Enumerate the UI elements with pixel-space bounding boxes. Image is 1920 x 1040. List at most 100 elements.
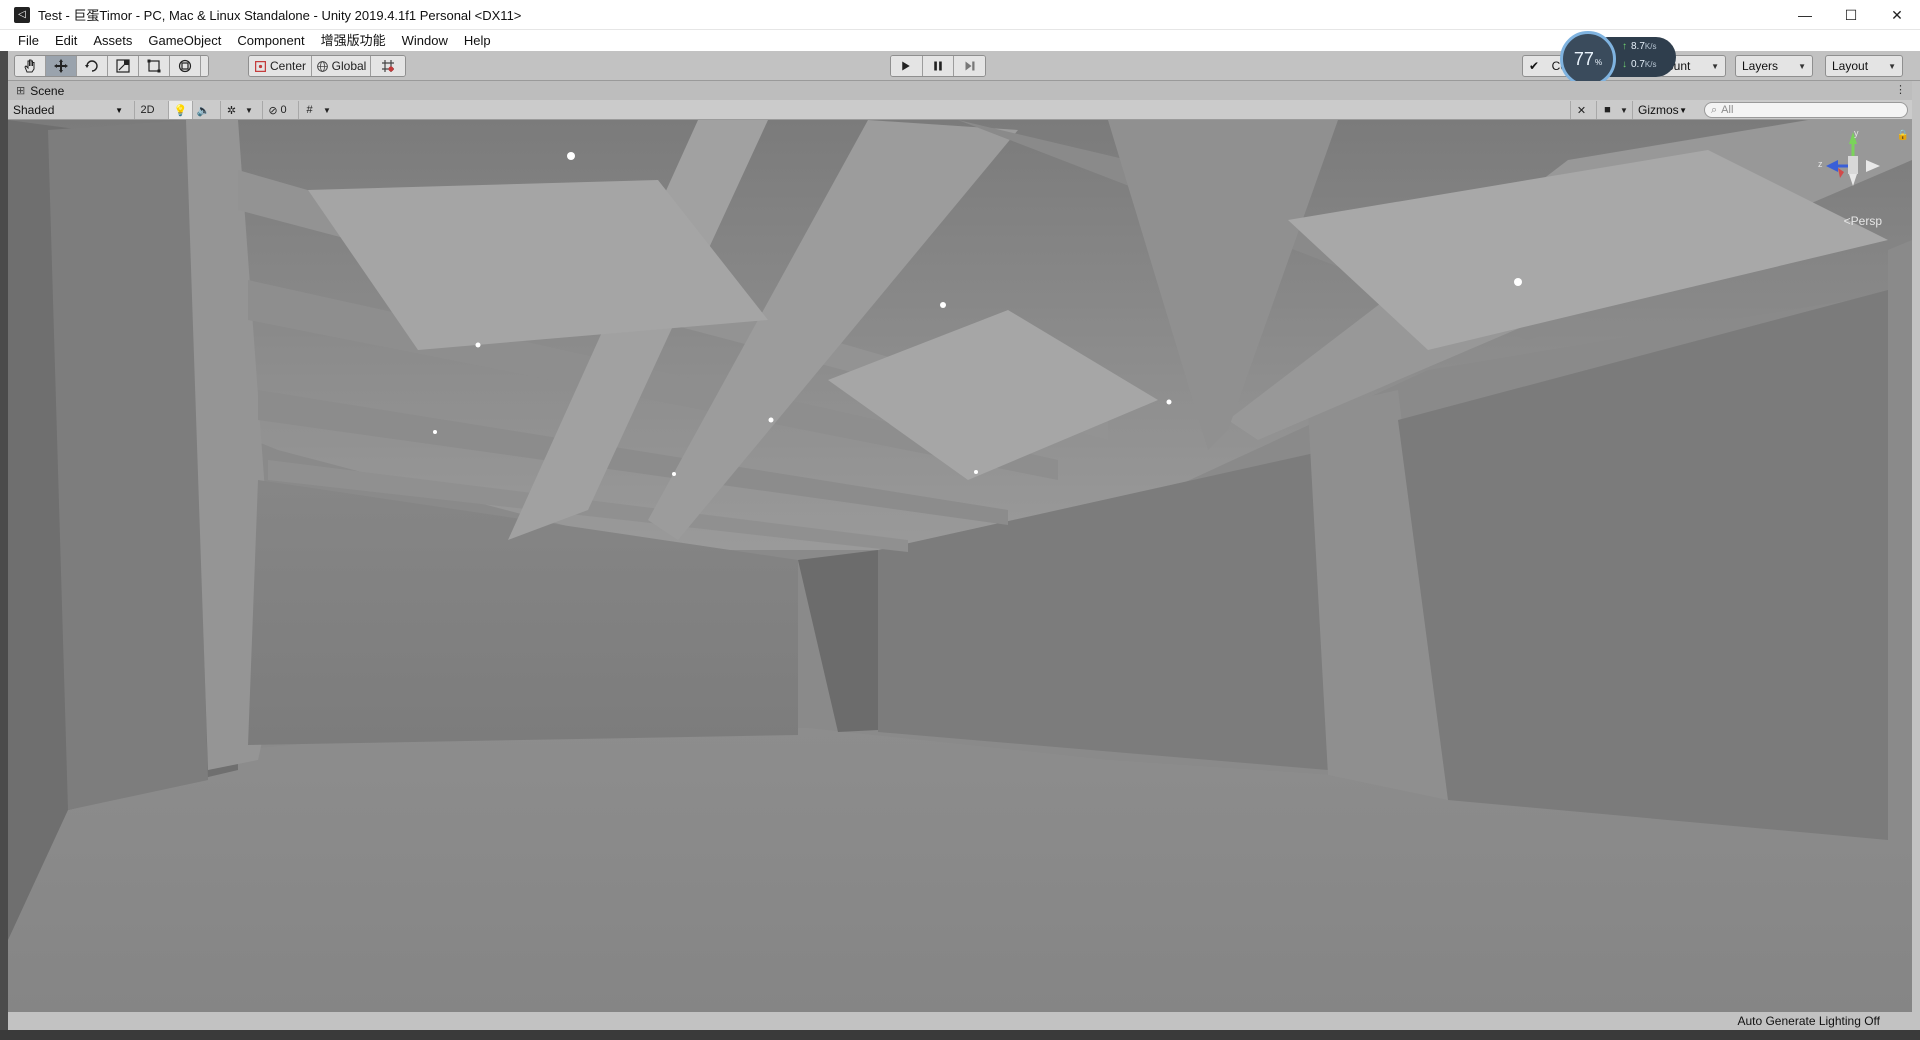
close-button[interactable]: ✕ [1874, 0, 1920, 30]
grid-arrow-icon: ▼ [323, 105, 331, 115]
minimize-button[interactable]: — [1782, 0, 1828, 30]
camera-icon: ■ [1604, 104, 1611, 116]
effects-icon: ✲ [226, 104, 237, 117]
menu-enhanced[interactable]: 增强版功能 [313, 30, 394, 51]
tab-options-icon[interactable]: ⋮ [1895, 83, 1906, 96]
title-bar: ◁ Test - 巨蛋Timor - PC, Mac & Linux Stand… [0, 0, 1920, 30]
collab-check-icon: ✔ [1529, 59, 1540, 73]
lighting-status[interactable]: Auto Generate Lighting Off [1737, 1014, 1880, 1028]
taskbar-strip [0, 1030, 1920, 1040]
download-value: 0.7 [1631, 59, 1645, 70]
upload-arrow-icon: ↑ [1622, 41, 1627, 52]
scene-search-input[interactable]: ⌕ All [1704, 102, 1908, 118]
gizmos-label: Gizmos [1638, 103, 1679, 117]
search-placeholder: All [1721, 104, 1734, 116]
tools-icon: ✕ [1576, 104, 1587, 117]
camera-dropdown-arrow[interactable]: ▼ [1618, 101, 1630, 119]
rotate-icon [85, 60, 98, 72]
rotate-tool-button[interactable] [77, 56, 108, 76]
camera-settings-button[interactable]: ■ [1596, 101, 1618, 119]
menu-assets[interactable]: Assets [85, 30, 140, 51]
toggle-2d-button[interactable]: 2D [134, 101, 160, 119]
download-unit: K/s [1644, 60, 1657, 69]
upload-value: 8.7 [1631, 41, 1645, 52]
scene-tools-button[interactable]: ✕ [1570, 101, 1592, 119]
pause-button[interactable] [922, 56, 954, 76]
pause-icon [934, 61, 942, 71]
step-button[interactable] [954, 56, 985, 76]
scale-icon [116, 59, 130, 73]
lightbulb-icon: 💡 [173, 104, 188, 117]
layout-label: Layout [1832, 59, 1869, 73]
move-tool-button[interactable] [46, 56, 77, 76]
scale-tool-button[interactable] [108, 56, 139, 76]
menu-window[interactable]: Window [394, 30, 456, 51]
rect-tool-button[interactable] [139, 56, 170, 76]
unity-logo-icon: ◁ [14, 6, 30, 23]
upload-speed: ↑ 8.7K/s [1622, 41, 1656, 52]
custom-tool-button[interactable] [201, 56, 210, 76]
menu-gameobject[interactable]: GameObject [140, 30, 229, 51]
effects-arrow-icon: ▼ [245, 105, 253, 115]
grid-dropdown-arrow[interactable]: ▼ [320, 101, 334, 119]
download-arrow-icon: ↓ [1622, 59, 1627, 70]
grid-toggle-button[interactable]: # [298, 101, 320, 119]
scene-viewport[interactable]: 🔒 y z <Persp [8, 120, 1912, 1012]
orientation-gizmo[interactable]: y z [1808, 124, 1898, 214]
status-bar: Auto Generate Lighting Off [8, 1012, 1912, 1030]
pivot-mode-button[interactable]: Center [249, 56, 312, 76]
persp-arrow-icon: < [1843, 214, 1851, 228]
pivot-space-label: Global [331, 59, 367, 73]
shading-mode-dropdown[interactable]: Shaded ▼ [8, 101, 128, 119]
maximize-button[interactable]: ☐ [1828, 0, 1874, 30]
gizmos-dropdown[interactable]: Gizmos ▼ [1632, 101, 1692, 119]
transform-tool-button[interactable] [170, 56, 201, 76]
memory-percent-unit: % [1594, 57, 1603, 67]
grid-icon: # [306, 104, 313, 116]
scene-audio-button[interactable]: 🔈 [192, 101, 214, 119]
hidden-objects-toggle[interactable]: ⊘ 0 [262, 101, 292, 119]
globe-icon [316, 60, 328, 72]
play-button[interactable] [891, 56, 923, 76]
gizmos-arrow-icon: ▼ [1679, 105, 1687, 115]
pivot-center-icon [255, 60, 266, 72]
network-monitor-widget[interactable]: ↑ 8.7K/s ↓ 0.7K/s 77% [1560, 31, 1678, 87]
hand-tool-button[interactable] [15, 56, 46, 76]
lock-icon[interactable]: 🔒 [1897, 130, 1909, 141]
gizmo-z-label: z [1818, 159, 1823, 169]
tools-icon [209, 58, 210, 74]
camera-arrow-icon: ▼ [1620, 105, 1628, 115]
scene-effects-button[interactable]: ✲ [220, 101, 242, 119]
step-icon [965, 61, 974, 71]
layers-arrow-icon: ▼ [1798, 61, 1806, 71]
play-icon [902, 61, 910, 71]
move-icon [54, 59, 68, 73]
snap-settings-button[interactable] [371, 56, 405, 76]
menu-file[interactable]: File [10, 30, 47, 51]
tab-scene[interactable]: ⊞ Scene [8, 84, 64, 98]
hidden-objects-count: 0 [280, 104, 287, 116]
pivot-space-button[interactable]: Global [312, 56, 371, 76]
effects-dropdown-arrow[interactable]: ▼ [242, 101, 256, 119]
layers-dropdown[interactable]: Layers ▼ [1735, 55, 1813, 77]
transform-icon [178, 59, 192, 73]
speaker-icon: 🔈 [196, 104, 211, 117]
projection-label[interactable]: <Persp [1844, 214, 1882, 228]
right-edge-panel [1912, 81, 1920, 1030]
upload-unit: K/s [1644, 42, 1657, 51]
scene-lighting-button[interactable]: 💡 [168, 101, 192, 119]
scene-tab-bar: ⊞ Scene ⋮ [8, 81, 1912, 100]
menu-help[interactable]: Help [456, 30, 499, 51]
shading-mode-label: Shaded [13, 103, 55, 117]
hand-icon [24, 59, 35, 73]
gizmo-y-label: y [1854, 128, 1859, 138]
scene-grid-icon: ⊞ [16, 85, 26, 97]
layout-dropdown[interactable]: Layout ▼ [1825, 55, 1903, 77]
menu-component[interactable]: Component [229, 30, 312, 51]
window-title: Test - 巨蛋Timor - PC, Mac & Linux Standal… [38, 8, 522, 23]
memory-percent: 77 [1573, 48, 1594, 69]
pivot-controls: Center Global [248, 55, 406, 77]
menu-edit[interactable]: Edit [47, 30, 85, 51]
account-arrow-icon: ▼ [1711, 61, 1719, 71]
memory-usage-ring: 77% [1560, 31, 1616, 87]
